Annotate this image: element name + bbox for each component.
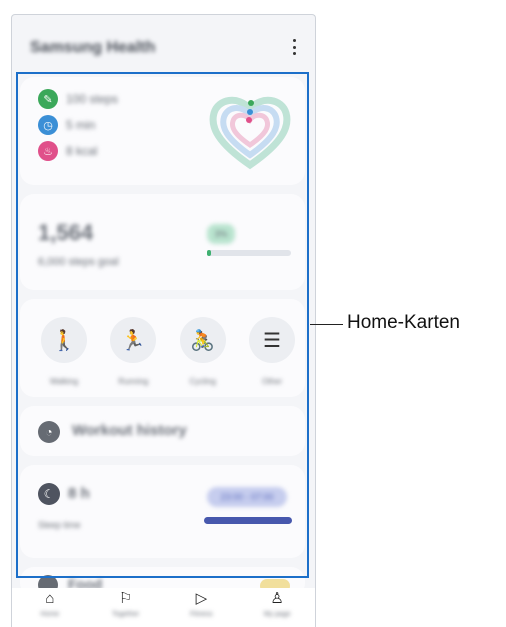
cycling-icon: 🚴 — [179, 317, 226, 363]
steps-card[interactable]: 1,564 6,000 steps goal 3% — [20, 194, 305, 290]
activity-row-steps: ✎ 100 steps — [38, 89, 118, 109]
app-bar: Samsung Health — [12, 15, 315, 71]
flag-icon: ⚐ — [118, 590, 133, 607]
sleep-range-badge: 23:00 - 07:00 — [207, 487, 287, 507]
activity-calories-text: 8 kcal — [66, 144, 98, 158]
nav-my-page-label: My page — [263, 611, 291, 618]
list-icon: ☰ — [248, 317, 295, 363]
steps-badge: 3% — [207, 224, 235, 244]
nav-my-page[interactable]: ♙ My page — [247, 588, 307, 627]
nav-together[interactable]: ⚐ Together — [96, 588, 156, 627]
sleep-bar — [204, 517, 292, 524]
activity-running-label: Running — [118, 377, 149, 386]
running-icon: 🏃 — [110, 317, 157, 363]
stopwatch-icon: ◔ — [38, 421, 60, 443]
activity-walking-button[interactable]: 🚶 Walking — [38, 317, 90, 386]
steps-value: 1,564 — [38, 220, 94, 245]
callout-line — [310, 324, 343, 325]
fitness-play-icon: ▷ — [195, 590, 208, 607]
sleep-card[interactable]: ☾ 8 h Sleep time 23:00 - 07:00 — [20, 465, 305, 558]
activity-card[interactable]: ✎ 100 steps ◷ 5 min ♨ 8 kcal — [20, 77, 305, 185]
sleep-value: 8 h — [68, 485, 90, 502]
steps-goal-text: 6,000 steps goal — [38, 256, 119, 268]
app-title: Samsung Health — [30, 39, 156, 56]
activity-row-calories: ♨ 8 kcal — [38, 141, 97, 161]
workout-history-title: Workout history — [72, 422, 187, 439]
activity-running-button[interactable]: 🏃 Running — [107, 317, 159, 386]
moon-icon: ☾ — [38, 483, 60, 505]
activity-row-time: ◷ 5 min — [38, 115, 95, 135]
bottom-navigation: ⌂ Home ⚐ Together ▷ Fitness ♙ My page — [12, 588, 315, 627]
phone-screen: Samsung Health ✎ 100 steps ◷ 5 min ♨ 8 k… — [11, 14, 316, 627]
clock-icon: ◷ — [38, 115, 58, 135]
nav-home[interactable]: ⌂ Home — [20, 588, 80, 627]
activity-cycling-button[interactable]: 🚴 Cycling — [177, 317, 229, 386]
sleep-subtitle: Sleep time — [38, 520, 81, 530]
quick-activities-card: 🚶 Walking 🏃 Running 🚴 Cycling ☰ Other — [20, 299, 305, 397]
activity-steps-text: 100 steps — [66, 92, 119, 106]
activity-cycling-label: Cycling — [189, 377, 216, 386]
activity-time-text: 5 min — [66, 118, 96, 132]
activity-heart-rings-icon — [209, 96, 291, 170]
nav-fitness[interactable]: ▷ Fitness — [171, 588, 231, 627]
nav-home-label: Home — [40, 611, 60, 618]
home-icon: ⌂ — [45, 590, 55, 607]
activity-other-button[interactable]: ☰ Other — [246, 317, 298, 386]
person-icon: ♙ — [270, 590, 284, 607]
activity-walking-label: Walking — [49, 377, 79, 386]
more-options-icon[interactable] — [293, 39, 297, 55]
home-cards-callout-label: Home-Karten — [347, 312, 460, 333]
flame-icon: ♨ — [38, 141, 58, 161]
nav-together-label: Together — [112, 611, 140, 618]
activity-other-label: Other — [261, 377, 282, 386]
nav-fitness-label: Fitness — [190, 611, 213, 618]
walking-icon: 🚶 — [41, 317, 87, 363]
activity-buttons: 🚶 Walking 🏃 Running 🚴 Cycling ☰ Other — [38, 317, 298, 386]
walk-icon: ✎ — [38, 89, 58, 109]
workout-history-card[interactable]: ◔ Workout history — [20, 406, 305, 456]
steps-progress-bar — [207, 250, 291, 256]
